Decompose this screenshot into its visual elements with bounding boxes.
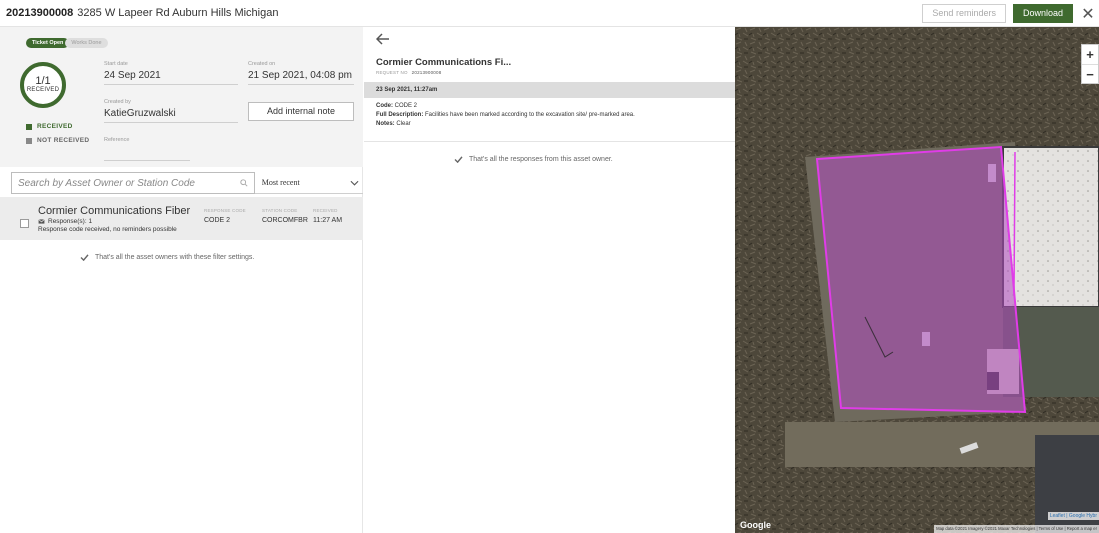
close-icon[interactable]: ✕	[1077, 4, 1099, 23]
responses-end-message: That's all the responses from this asset…	[454, 156, 613, 163]
map-attribution-terms[interactable]: Map data ©2021 Imagery ©2021 Maxar Techn…	[934, 525, 1099, 533]
left-panel: Ticket Open Works Done 1/1 RECEIVED RECE…	[0, 27, 363, 533]
search-icon	[240, 179, 248, 187]
detail-title: Cormier Communications Fi...	[376, 57, 512, 68]
tab-ticket-open[interactable]: Ticket Open	[26, 38, 70, 48]
detail-notes: Notes: Clear	[376, 121, 411, 127]
owners-end-message: That's all the asset owners with these f…	[80, 254, 254, 261]
detail-full-description: Full Description: Facilities have been m…	[376, 112, 635, 118]
ticket-summary: Ticket Open Works Done 1/1 RECEIVED RECE…	[0, 27, 363, 167]
zoom-control: + −	[1081, 44, 1099, 84]
zoom-out-button[interactable]: −	[1082, 64, 1098, 83]
map-view[interactable]: + − Google Leaflet | Google Hybr Map dat…	[735, 27, 1099, 533]
ticket-status-tabs: Ticket Open Works Done	[26, 38, 108, 48]
reference-field[interactable]: Reference	[104, 137, 190, 161]
row-checkbox[interactable]	[20, 219, 29, 228]
envelope-icon	[38, 219, 45, 224]
tab-works-done[interactable]: Works Done	[65, 38, 108, 48]
detail-code: Code: CODE 2	[376, 103, 418, 109]
ticket-header: 20213900008 3285 W Lapeer Rd Auburn Hill…	[0, 0, 1099, 27]
response-count: Response(s): 1	[38, 218, 92, 225]
start-date-field: Start date 24 Sep 2021	[104, 61, 238, 85]
legend-received: RECEIVED	[26, 123, 73, 130]
progress-label: RECEIVED	[26, 87, 60, 93]
created-on-field: Created on 21 Sep 2021, 04:08 pm	[248, 61, 354, 85]
check-icon	[80, 254, 89, 261]
map-attribution-leaflet[interactable]: Leaflet | Google Hybr	[1047, 512, 1099, 520]
station-code-col: STATION CODE CORCOMFBR	[262, 208, 308, 224]
search-box	[11, 172, 255, 194]
response-date-band: 23 Sep 2021, 11:27am	[364, 82, 735, 98]
request-number: REQUEST NO 20213900008	[376, 70, 442, 75]
satellite-imagery	[735, 27, 1099, 533]
asset-owner-row[interactable]: Cormier Communications Fiber Response(s)…	[0, 197, 363, 240]
add-internal-note-button[interactable]: Add internal note	[248, 102, 354, 121]
ticket-address: 3285 W Lapeer Rd Auburn Hills Michigan	[77, 7, 279, 19]
not-received-swatch	[26, 137, 32, 144]
chevron-down-icon	[350, 180, 359, 186]
detail-divider	[364, 141, 735, 142]
google-logo: Google	[740, 520, 771, 530]
zoom-in-button[interactable]: +	[1082, 45, 1098, 64]
back-arrow-icon[interactable]	[376, 33, 390, 45]
legend-not-received: NOT RECEIVED	[26, 137, 89, 144]
filter-row: Most recent	[11, 172, 363, 194]
download-button[interactable]: Download	[1012, 4, 1073, 23]
response-code-col: RESPONSE CODE CODE 2	[204, 208, 246, 224]
response-detail-panel: Cormier Communications Fi... REQUEST NO …	[364, 27, 735, 533]
created-by-field: Created by KatieGruzwalski	[104, 99, 238, 123]
response-note: Response code received, no reminders pos…	[38, 226, 177, 233]
send-reminders-button[interactable]: Send reminders	[922, 4, 1006, 23]
received-col: RECEIVED 11:27 AM	[313, 208, 343, 224]
received-swatch	[26, 123, 32, 130]
ticket-number: 20213900008	[6, 7, 74, 19]
asset-owner-name: Cormier Communications Fiber	[38, 205, 191, 217]
received-progress-ring: 1/1 RECEIVED	[20, 62, 66, 108]
header-actions: Send reminders Download ✕	[922, 4, 1099, 23]
sort-select[interactable]: Most recent	[254, 172, 363, 194]
search-input[interactable]	[12, 173, 240, 193]
check-icon	[454, 156, 463, 163]
sort-value: Most recent	[261, 178, 300, 187]
progress-fraction: 1/1	[35, 75, 51, 87]
